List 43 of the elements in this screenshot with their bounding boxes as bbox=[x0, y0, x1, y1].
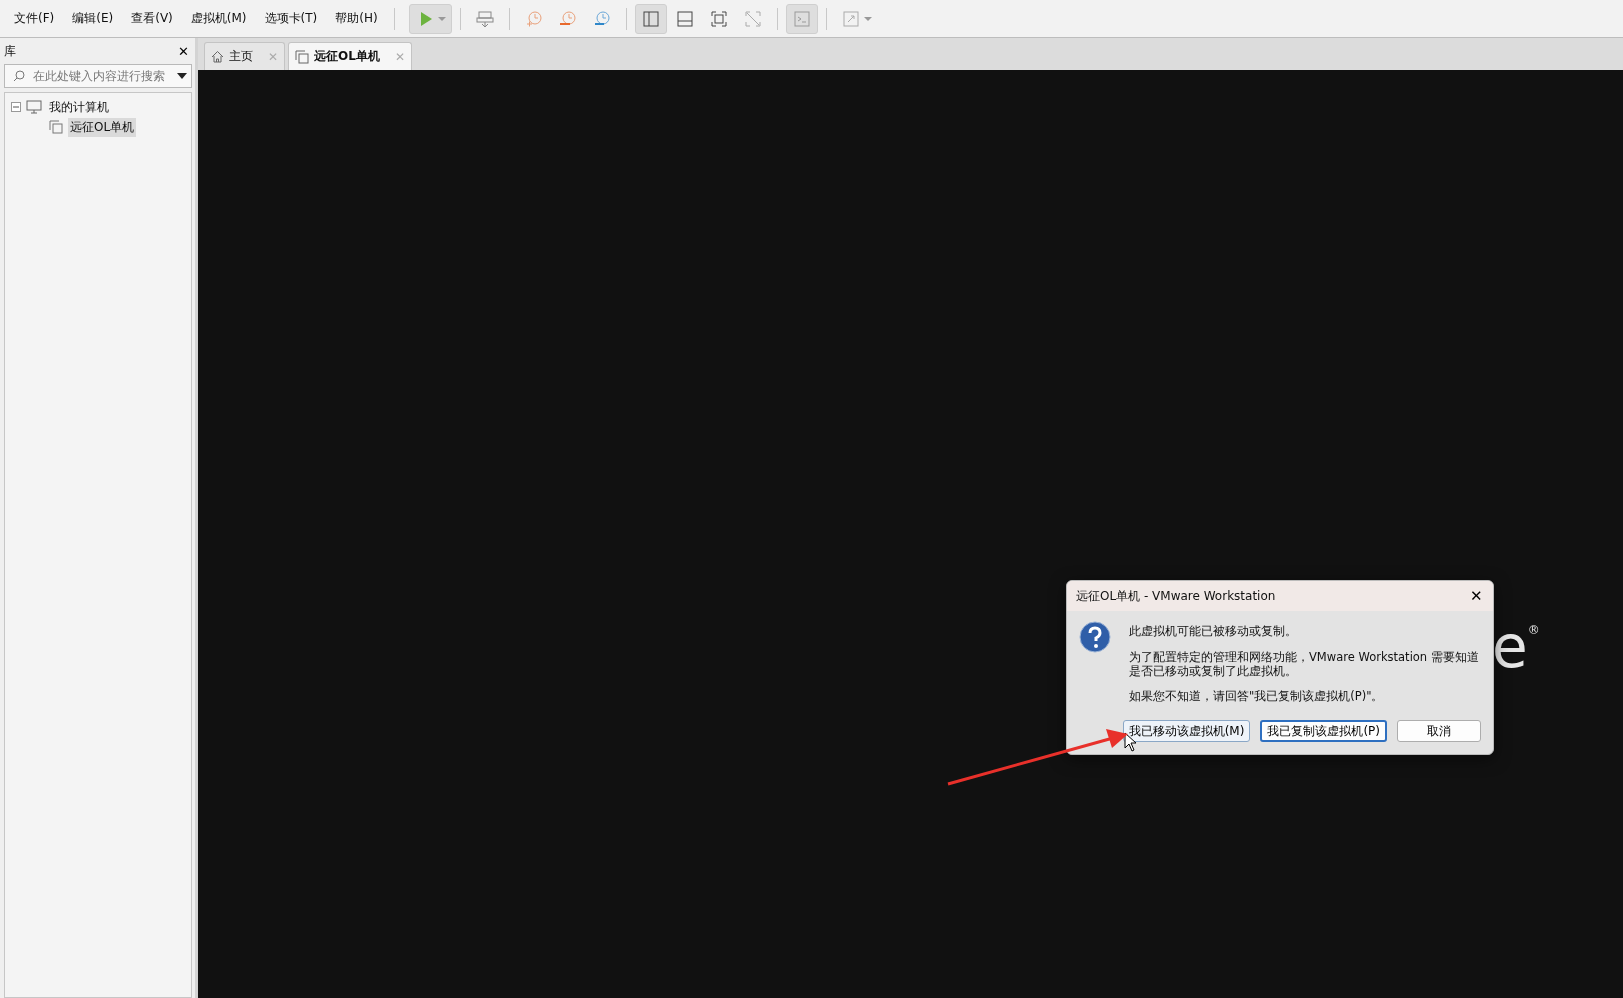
tab[interactable]: 主页 ✕ bbox=[204, 42, 286, 70]
sidebar-layout-icon bbox=[640, 8, 661, 29]
toolbar-button[interactable] bbox=[408, 3, 452, 34]
close-button[interactable]: ✕ bbox=[1470, 587, 1483, 605]
collapse-icon[interactable] bbox=[11, 102, 21, 112]
tab[interactable]: 远征OL单机 ✕ bbox=[288, 42, 412, 70]
menu-item[interactable]: 虚拟机(M) bbox=[182, 6, 255, 31]
dialog-message: 如果您不知道，请回答"我已复制该虚拟机(P)"。 bbox=[1129, 690, 1385, 705]
menu-item[interactable]: 文件(F) bbox=[6, 6, 63, 31]
question-icon bbox=[1079, 621, 1111, 653]
sidebar-title: 库 bbox=[4, 42, 16, 60]
logo-fragment: e$^{®}$ bbox=[1492, 618, 1540, 676]
caret-icon bbox=[863, 14, 872, 23]
fullscreen-icon bbox=[708, 8, 729, 29]
tab-label: 远征OL单机 bbox=[314, 48, 380, 65]
menu-item[interactable]: 帮助(H) bbox=[327, 6, 386, 31]
tree-item[interactable]: 远征OL单机 bbox=[68, 117, 137, 137]
stretch-icon bbox=[840, 8, 861, 29]
panel-layout-icon bbox=[674, 8, 695, 29]
dialog-button[interactable]: 我已移动该虚拟机(M) bbox=[1122, 720, 1251, 743]
menu-item[interactable]: 选项卡(T) bbox=[256, 6, 326, 31]
caret-icon bbox=[437, 14, 446, 23]
dialog-message: 此虚拟机可能已被移动或复制。 bbox=[1129, 625, 1298, 639]
tab-label: 主页 bbox=[229, 48, 253, 65]
toolbar-button[interactable] bbox=[785, 3, 818, 34]
menu-item[interactable]: 查看(V) bbox=[123, 6, 181, 31]
monitor-icon bbox=[26, 100, 42, 114]
dialog-button[interactable]: 我已复制该虚拟机(P) bbox=[1260, 720, 1387, 743]
dialog-button[interactable]: 取消 bbox=[1397, 720, 1481, 743]
close-button[interactable]: ✕ bbox=[178, 43, 189, 59]
menu-item[interactable]: 编辑(E) bbox=[64, 6, 122, 31]
tree-item[interactable]: 我的计算机 bbox=[47, 97, 111, 117]
toolbar-button[interactable] bbox=[634, 3, 667, 34]
search-icon bbox=[13, 70, 25, 82]
dropdown-icon bbox=[177, 72, 187, 80]
search-field[interactable]: 在此处键入内容进行搜索 bbox=[4, 64, 192, 88]
terminal-icon bbox=[791, 8, 812, 29]
unity-icon bbox=[742, 8, 763, 29]
home-icon bbox=[211, 50, 224, 63]
vm-icon bbox=[49, 120, 63, 134]
vm-icon bbox=[295, 49, 310, 64]
dialog-title: 远征OL单机 - VMware Workstation bbox=[1076, 587, 1276, 605]
dialog-message: 为了配置特定的管理和网络功能，VMware Workstation 需要知道是否已移动或复制了此虚拟机。 bbox=[1129, 650, 1480, 679]
